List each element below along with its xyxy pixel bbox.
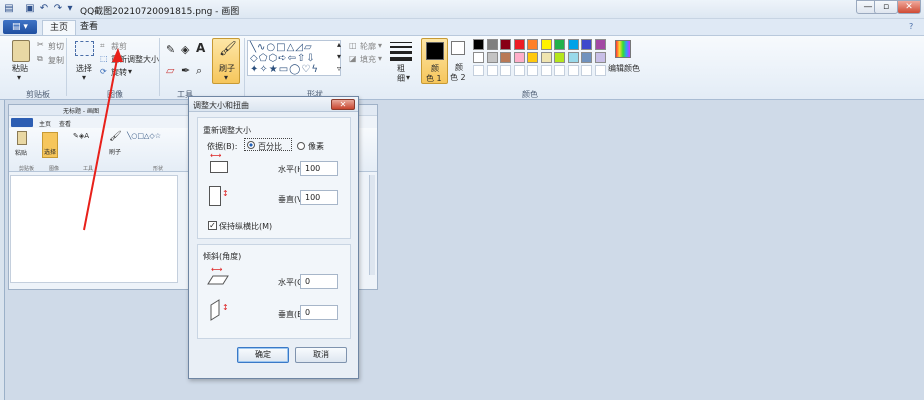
pixels-radio[interactable]	[297, 142, 305, 150]
vertical-resize-icon	[209, 186, 221, 206]
dialog-title: 调整大小和扭曲	[193, 101, 249, 110]
annotation-arrow	[83, 48, 123, 231]
resize-skew-dialog: 调整大小和扭曲 ✕ 重新调整大小 依据(B): 百分比 像素 ⟷ 水平(H): …	[188, 96, 359, 379]
keep-ratio-checkbox[interactable]: ✓	[208, 221, 217, 230]
percent-radio-dot	[247, 141, 255, 149]
horizontal-input[interactable]: 100	[300, 161, 338, 176]
skew-section-title: 倾斜(角度)	[203, 252, 242, 261]
cancel-button[interactable]: 取消	[295, 347, 347, 363]
skew-horizontal-icon	[207, 275, 229, 285]
vertical-input[interactable]: 100	[300, 190, 338, 205]
skew-vertical-arrow-icon: ↕	[222, 303, 229, 312]
vertical-arrow-icon: ↕	[222, 189, 229, 198]
horizontal-resize-icon	[210, 161, 228, 173]
horizontal-arrow-icon: ⟷	[210, 151, 222, 160]
resize-section-title: 重新调整大小	[203, 126, 251, 135]
skew-vertical-icon	[210, 299, 220, 321]
skew-horizontal-arrow-icon: ⟷	[211, 265, 223, 274]
skew-horizontal-input[interactable]: 0	[300, 274, 338, 289]
ok-button[interactable]: 确定	[237, 347, 289, 363]
skew-vertical-input[interactable]: 0	[300, 305, 338, 320]
dialog-titlebar: 调整大小和扭曲 ✕	[189, 97, 358, 112]
percent-radio[interactable]: 百分比	[244, 138, 292, 151]
dialog-close-button[interactable]: ✕	[331, 99, 355, 110]
percent-label: 百分比	[258, 142, 282, 151]
pixels-label[interactable]: 像素	[308, 141, 324, 152]
keep-ratio-label[interactable]: 保持纵横比(M)	[219, 221, 272, 232]
